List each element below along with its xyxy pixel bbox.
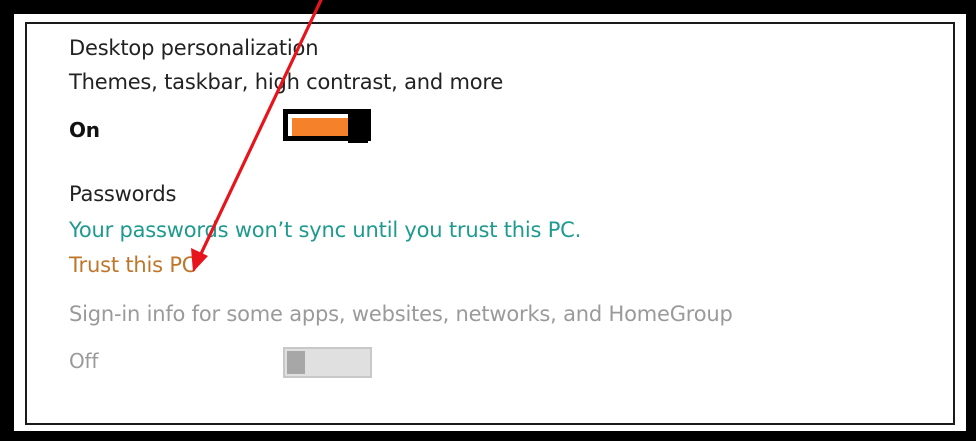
trust-this-pc-link[interactable]: Trust this PC xyxy=(69,253,196,277)
passwords-state: Off xyxy=(69,349,99,373)
toggle-thumb xyxy=(287,351,305,374)
desktop-personalization-toggle[interactable] xyxy=(283,109,371,143)
toggle-fill xyxy=(292,118,353,136)
toggle-track xyxy=(286,111,370,143)
toggle-thumb xyxy=(348,111,368,143)
passwords-toggle[interactable] xyxy=(283,347,372,378)
desktop-personalization-description: Themes, taskbar, high contrast, and more xyxy=(69,70,504,94)
desktop-personalization-heading: Desktop personalization xyxy=(69,36,319,60)
signin-info-description: Sign-in info for some apps, websites, ne… xyxy=(69,302,733,326)
passwords-warning: Your passwords won’t sync until you trus… xyxy=(69,218,582,242)
desktop-personalization-state: On xyxy=(69,118,100,142)
passwords-heading: Passwords xyxy=(69,182,177,206)
screenshot-frame: Desktop personalization Themes, taskbar,… xyxy=(0,0,976,441)
